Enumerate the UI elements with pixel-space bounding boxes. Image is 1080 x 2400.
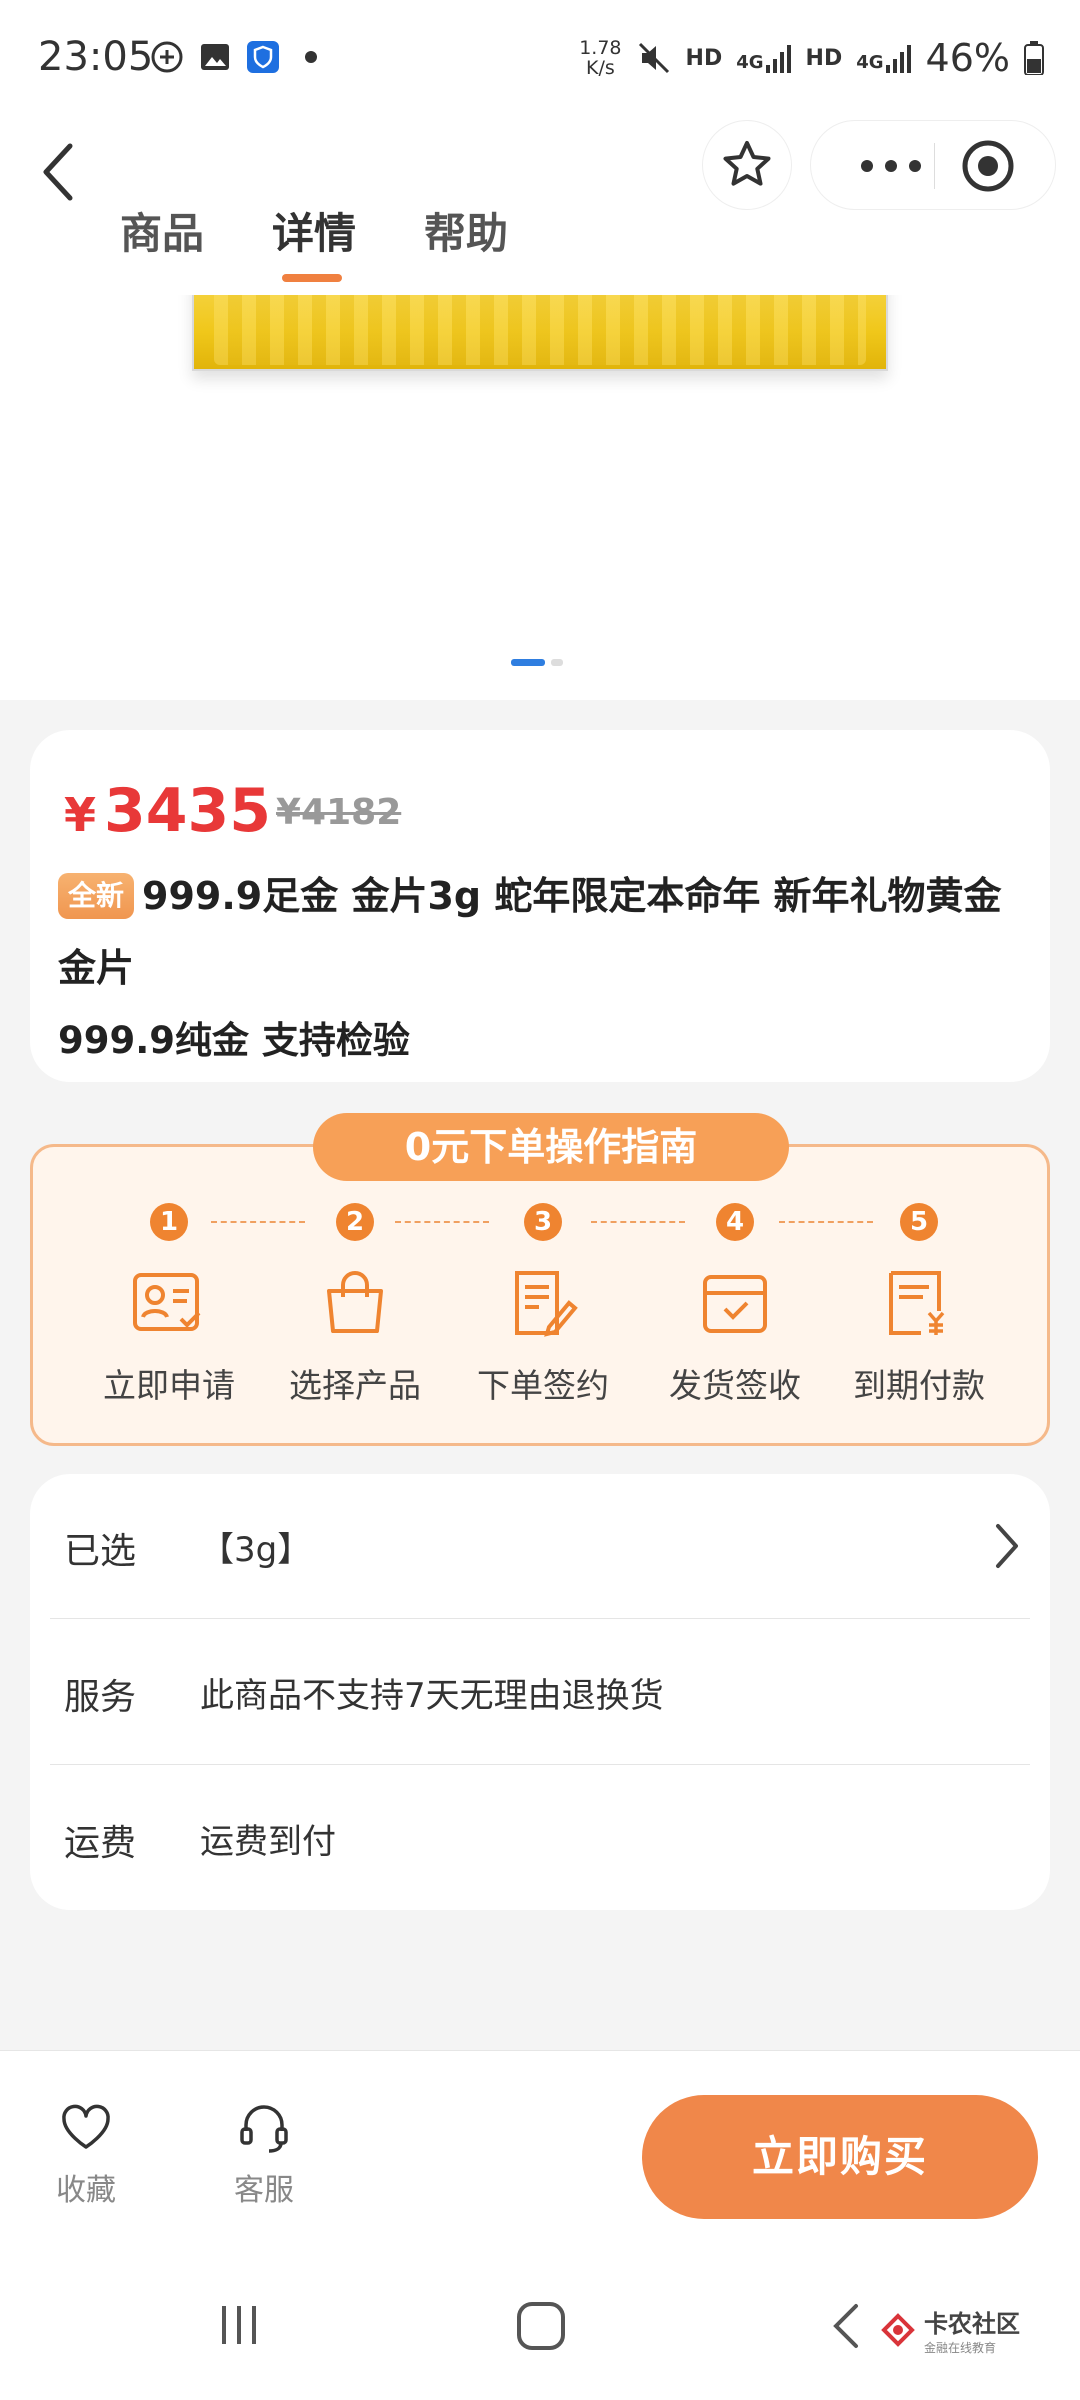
shipping-row: 运费 运费到付 (50, 1766, 1030, 1912)
buy-now-button[interactable]: 立即购买 (642, 2095, 1038, 2219)
guide-step-2: 2 选择产品 (265, 1203, 445, 1407)
shopping-bag-icon (327, 1271, 383, 1333)
net-speed-unit: K/s (585, 57, 615, 79)
guide-step-1: 1 立即申请 (79, 1203, 259, 1407)
app-notification-icon (151, 41, 183, 73)
shield-app-icon (247, 41, 279, 73)
page-header: 商品 详情 帮助 (0, 120, 1080, 295)
sig-label-1: 4G (736, 52, 764, 73)
shipping-label: 运费 (64, 1823, 137, 1864)
carousel-indicator (511, 659, 563, 666)
chevron-right-icon (996, 1524, 1018, 1568)
carousel-dot (551, 659, 563, 666)
tab-help[interactable]: 帮助 (424, 200, 508, 280)
watermark-tagline: 金融在线教育 (924, 2341, 997, 2355)
heart-icon (62, 2104, 110, 2149)
battery-icon (1024, 41, 1044, 75)
current-price: ¥ 3435 (64, 776, 271, 846)
customer-service-button[interactable]: 客服 (214, 2099, 314, 2209)
divider (50, 1618, 1030, 1619)
guide-step-3: 3 下单签约 (453, 1203, 633, 1407)
step-number: 5 (900, 1203, 938, 1241)
dot-icon (305, 51, 317, 63)
favorite-label: 收藏 (56, 2173, 116, 2208)
mute-icon (638, 42, 669, 74)
favorite-button[interactable]: 收藏 (36, 2099, 136, 2209)
step-label: 到期付款 (853, 1366, 985, 1405)
gallery-icon (201, 44, 229, 70)
service-button-label: 客服 (234, 2173, 294, 2208)
signal-bars-icon (885, 45, 911, 73)
status-notification-icons (150, 40, 328, 74)
signal-2: 4G (856, 43, 911, 73)
product-subtitle: 999.9纯金 支持检验 (58, 1019, 410, 1062)
guide-step-5: 5 到期付款 (829, 1203, 1009, 1407)
service-label: 服务 (64, 1677, 137, 1718)
step-number: 3 (524, 1203, 562, 1241)
status-bar: 23:05 1.78 K/s HD 4G HD 4G 46% (0, 0, 1080, 120)
step-number: 4 (716, 1203, 754, 1241)
product-image-carousel[interactable] (0, 295, 1080, 700)
selected-spec-row[interactable]: 已选 【3g】 (50, 1474, 1030, 1620)
step-number: 2 (336, 1203, 374, 1241)
order-guide: 0元下单操作指南 1 立即申请 2 选择产品 3 下单签约 4 发货签收 5 到… (30, 1113, 1050, 1446)
miniapp-capsule (810, 120, 1056, 210)
hd-label-2: HD (805, 45, 843, 71)
new-badge: 全新 (58, 873, 135, 919)
carousel-dot-active (511, 659, 545, 666)
tab-goods[interactable]: 商品 (120, 200, 204, 280)
more-dots-icon[interactable] (851, 143, 931, 189)
watermark-name: 卡农社区 (924, 2310, 1020, 2338)
product-title: 全新 999.9足金 金片3g 蛇年限定本命年 新年礼物黄金金片 (58, 860, 1038, 1004)
status-time: 23:05 (38, 34, 154, 80)
step-label: 立即申请 (103, 1366, 235, 1405)
service-row: 服务 此商品不支持7天无理由退换货 (50, 1620, 1030, 1766)
shipping-value: 运费到付 (200, 1822, 336, 1862)
sig-label-2: 4G (856, 52, 884, 73)
signal-bars-icon (765, 45, 791, 73)
headset-icon (240, 2105, 288, 2153)
divider (50, 1764, 1030, 1765)
package-check-icon (703, 1275, 767, 1333)
favorite-star-button[interactable] (702, 120, 792, 210)
spec-card: 已选 【3g】 服务 此商品不支持7天无理由退换货 运费 运费到付 (30, 1474, 1050, 1910)
original-price: ¥4182 (276, 792, 402, 833)
price-card: ¥ 3435 ¥4182 全新 999.9足金 金片3g 蛇年限定本命年 新年礼物… (30, 730, 1050, 1082)
service-value: 此商品不支持7天无理由退换货 (200, 1676, 664, 1716)
back-nav-icon[interactable] (826, 2300, 866, 2352)
bottom-action-bar: 收藏 客服 立即购买 (0, 2050, 1080, 2260)
price-currency: ¥ (64, 788, 97, 842)
price-value: 3435 (104, 776, 272, 846)
step-label: 选择产品 (289, 1366, 421, 1405)
guide-title: 0元下单操作指南 (313, 1113, 789, 1181)
hd-label-1: HD (685, 45, 723, 71)
selected-value: 【3g】 (200, 1530, 312, 1570)
step-number: 1 (150, 1203, 188, 1241)
sign-document-icon (515, 1271, 578, 1337)
star-icon (723, 141, 771, 186)
tab-details[interactable]: 详情 (272, 200, 356, 282)
net-speed: 1.78 K/s (579, 38, 621, 78)
step-label: 发货签收 (669, 1366, 801, 1405)
status-right-icons: 1.78 K/s HD 4G HD 4G 46% (579, 36, 1044, 80)
back-arrow-icon[interactable] (30, 132, 90, 212)
capsule-divider (934, 143, 935, 189)
id-card-icon (133, 1273, 201, 1331)
signal-1: 4G (736, 43, 791, 73)
system-nav-bar: 卡农社区 金融在线教育 (0, 2260, 1080, 2400)
guide-step-4: 4 发货签收 (645, 1203, 825, 1407)
close-miniapp-icon[interactable] (961, 139, 1015, 193)
recent-apps-icon[interactable] (214, 2300, 264, 2350)
invoice-yen-icon (889, 1271, 945, 1335)
battery-percent: 46% (925, 36, 1010, 80)
watermark-logo-icon (881, 2313, 915, 2347)
selected-label: 已选 (64, 1531, 137, 1572)
net-speed-value: 1.78 (579, 37, 622, 59)
detail-tabs: 商品 详情 帮助 (120, 200, 508, 282)
product-title-text: 999.9足金 金片3g 蛇年限定本命年 新年礼物黄金金片 (58, 874, 1002, 990)
step-label: 下单签约 (477, 1366, 609, 1405)
watermark: 卡农社区 金融在线教育 (880, 2304, 1020, 2356)
gold-bar-image (192, 295, 888, 371)
home-icon[interactable] (515, 2300, 567, 2352)
